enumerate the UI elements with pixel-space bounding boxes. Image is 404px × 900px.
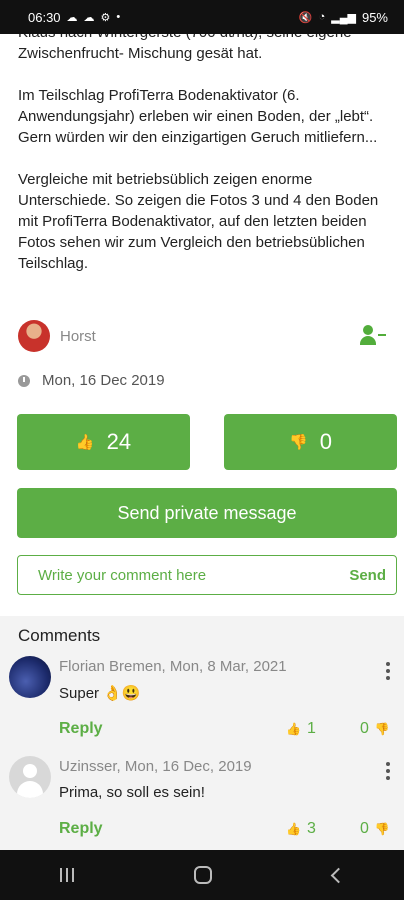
comments-title: Comments	[18, 626, 101, 645]
thumbs-down-icon: 👎	[374, 822, 390, 836]
commenter-avatar[interactable]	[9, 756, 51, 798]
gear-icon: ⚙	[100, 11, 111, 24]
status-left: 06:30 ☁ ☁ ⚙ •	[28, 10, 120, 25]
author-name[interactable]: Horst	[60, 328, 96, 345]
comment-downvote-count: 0	[360, 820, 369, 837]
status-bar: 06:30 ☁ ☁ ⚙ • 🔇 ◔ ▂▄▆ 95%	[0, 0, 404, 34]
thumbs-down-icon: 👎	[374, 722, 390, 736]
comment-downvote-button[interactable]: 0 👎	[360, 720, 390, 738]
reply-button[interactable]: Reply	[59, 820, 103, 838]
upvote-count: 24	[106, 429, 132, 454]
comment-downvote-count: 0	[360, 720, 369, 737]
system-nav-bar	[0, 850, 404, 900]
downvote-count: 0	[319, 429, 332, 454]
comment-input[interactable]: Write your comment here Send	[17, 555, 397, 595]
thumbs-up-icon: 👍	[286, 822, 301, 836]
author-row: Horst	[18, 318, 386, 354]
reply-button[interactable]: Reply	[59, 720, 103, 738]
send-private-message-button[interactable]: Send private message	[17, 488, 397, 538]
post-paragraph: Vergleiche mit betriebsüblich zeigen eno…	[18, 171, 379, 272]
downvote-button[interactable]: 👎 0	[224, 414, 397, 470]
upvote-button[interactable]: 👍 24	[17, 414, 190, 470]
status-right: 🔇 ◔ ▂▄▆ 95%	[299, 10, 388, 25]
comment-upvote-button[interactable]: 👍 3	[286, 820, 316, 838]
thumbs-up-icon: 👍	[286, 722, 301, 736]
comment-upvote-count: 1	[306, 720, 316, 737]
comment-meta: Florian Bremen, Mon, 8 Mar, 2021	[59, 658, 287, 675]
post-date: Mon, 16 Dec 2019	[42, 372, 165, 389]
commenter-avatar[interactable]	[9, 656, 51, 698]
back-icon[interactable]	[330, 867, 347, 883]
post-body: Klaus nach Wintergerste (700 dt/ha), sei…	[0, 34, 404, 274]
home-icon[interactable]	[194, 866, 213, 884]
comments-section: Comments Florian Bremen, Mon, 8 Mar, 202…	[0, 616, 404, 850]
wifi-icon: ◔	[318, 11, 326, 23]
comment-downvote-button[interactable]: 0 👎	[360, 820, 390, 838]
post-date-row: Mon, 16 Dec 2019	[18, 372, 165, 389]
comment-upvote-button[interactable]: 👍 1	[286, 720, 316, 738]
comment-item: Florian Bremen, Mon, 8 Mar, 2021 Super 👌…	[0, 654, 404, 754]
post-paragraph: Im Teilschlag ProfiTerra Bodenaktivator …	[18, 87, 378, 146]
comment-item: Uzinsser, Mon, 16 Dec, 2019 Prima, so so…	[0, 754, 404, 850]
thumbs-up-icon: 👍	[75, 434, 95, 451]
recent-apps-icon[interactable]	[60, 868, 75, 882]
clock-icon	[18, 374, 30, 387]
post-content[interactable]: Klaus nach Wintergerste (700 dt/ha), sei…	[0, 34, 404, 850]
more-options-icon[interactable]	[386, 762, 390, 780]
post-paragraph: Klaus nach Wintergerste (700 dt/ha), sei…	[18, 34, 352, 62]
weather-icon: ☁	[66, 11, 78, 24]
cloud-icon: ☁	[83, 11, 95, 24]
send-comment-button[interactable]: Send	[349, 567, 386, 584]
more-options-icon[interactable]	[386, 662, 390, 680]
comment-upvote-count: 3	[306, 820, 316, 837]
thumbs-down-icon: 👎	[289, 434, 308, 451]
comment-placeholder[interactable]: Write your comment here	[38, 567, 206, 584]
unfollow-user-icon[interactable]	[360, 325, 386, 347]
mute-icon: 🔇	[298, 11, 313, 24]
comment-meta: Uzinsser, Mon, 16 Dec, 2019	[59, 758, 252, 775]
author-avatar[interactable]	[18, 320, 50, 352]
comment-text: Prima, so soll es sein!	[59, 784, 205, 801]
battery-level: 95%	[361, 9, 388, 25]
signal-icon: ▂▄▆	[331, 11, 356, 24]
dot-icon: •	[116, 11, 121, 23]
status-time: 06:30	[28, 9, 61, 25]
comment-text: Super 👌😃	[59, 685, 141, 702]
